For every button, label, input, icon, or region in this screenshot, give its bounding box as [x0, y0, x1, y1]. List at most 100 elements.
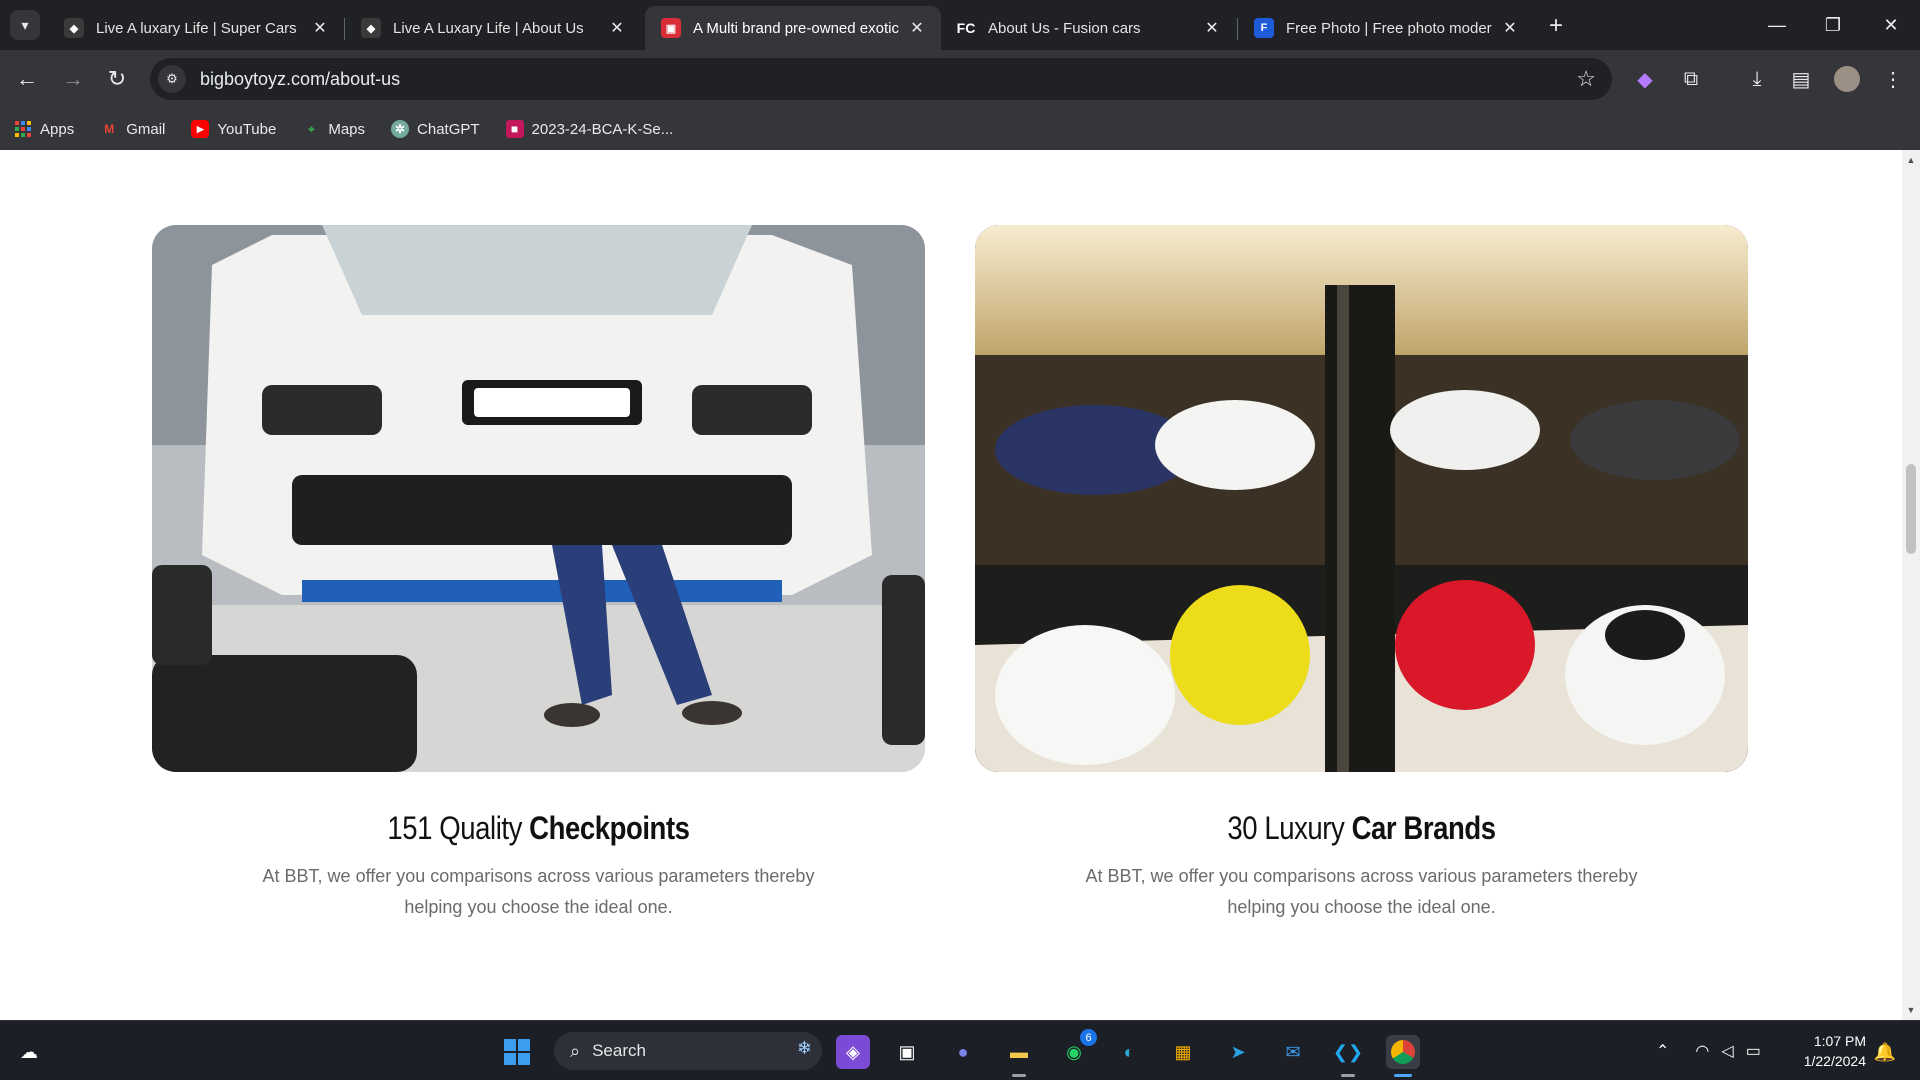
- extension-icon[interactable]: ◆: [1630, 64, 1660, 94]
- wifi-icon[interactable]: ◠: [1695, 1041, 1709, 1061]
- close-window-button[interactable]: ✕: [1868, 8, 1914, 42]
- car-logo-icon: ◆: [64, 18, 84, 38]
- vscode-icon[interactable]: ❮❯: [1331, 1035, 1365, 1077]
- show-hidden-icons-chevron-icon[interactable]: ⌃: [1656, 1041, 1669, 1061]
- chatgpt-icon: ✲: [391, 120, 410, 138]
- bookmark-chatgpt[interactable]: ✲ ChatGPT: [391, 120, 480, 138]
- workshop-car-photo: [152, 225, 925, 772]
- tab-4[interactable]: FC About Us - Fusion cars ✕: [940, 6, 1236, 50]
- start-button[interactable]: [500, 1035, 534, 1069]
- taskbar-search[interactable]: ⌕ Search ❄: [554, 1032, 822, 1070]
- tab-1[interactable]: ◆ Live A luxary Life | Super Cars ✕: [48, 6, 344, 50]
- scroll-down-arrow-icon[interactable]: ▼: [1902, 1002, 1920, 1018]
- feature-card-luxury-brands: 30 Luxury Car Brands At BBT, we offer yo…: [975, 225, 1748, 923]
- card-title-highlight: Checkpoints: [529, 810, 690, 846]
- notification-badge: 6: [1080, 1029, 1097, 1046]
- card-title-number: 30 Luxury: [1227, 810, 1352, 846]
- edge-icon[interactable]: ◐: [1112, 1035, 1146, 1069]
- card-title: 30 Luxury Car Brands: [1029, 810, 1694, 847]
- fc-logo-icon: FC: [956, 20, 976, 36]
- feature-card-quality-checkpoints: 151 Quality Checkpoints At BBT, we offer…: [152, 225, 925, 923]
- page-scrollbar[interactable]: ▲ ▼: [1902, 150, 1920, 1020]
- extensions-puzzle-icon[interactable]: ⧉: [1676, 64, 1706, 94]
- telegram-icon[interactable]: ➤: [1221, 1035, 1255, 1069]
- store-icon[interactable]: ▦: [1166, 1035, 1200, 1069]
- back-button[interactable]: ←: [12, 64, 42, 94]
- file-explorer-icon[interactable]: ▬: [1002, 1035, 1036, 1077]
- bbt-car-icon: ▣: [661, 18, 681, 38]
- close-icon[interactable]: ✕: [607, 18, 627, 38]
- bookmarks-bar: Apps M Gmail ▶ YouTube ⌖ Maps ✲ ChatGPT …: [0, 108, 1920, 150]
- copilot-icon[interactable]: ◈: [836, 1035, 870, 1069]
- bookmark-label: ChatGPT: [417, 120, 480, 138]
- avatar[interactable]: [1832, 64, 1862, 94]
- minimize-button[interactable]: —: [1754, 8, 1800, 42]
- task-view-icon[interactable]: ▣: [890, 1035, 924, 1069]
- clock-date: 1/22/2024: [1803, 1053, 1866, 1069]
- card-description: At BBT, we offer you comparisons across …: [262, 866, 815, 917]
- bookmark-gmail[interactable]: M Gmail: [100, 120, 165, 138]
- scroll-up-arrow-icon[interactable]: ▲: [1902, 152, 1920, 168]
- maps-icon: ⌖: [307, 121, 315, 136]
- windows-taskbar: ☁ ⌕ Search ❄ ◈ ▣ ● ▬ ◉ 6 ◐ ▦ ➤ ✉ ❮❯ ⌃ ◠ …: [0, 1020, 1920, 1080]
- notification-bell-icon[interactable]: 🔔: [1868, 1035, 1902, 1069]
- side-panel-icon[interactable]: ▤: [1786, 64, 1816, 94]
- search-label: Search: [592, 1041, 646, 1060]
- new-tab-button[interactable]: +: [1542, 12, 1570, 40]
- whatsapp-icon[interactable]: ◉ 6: [1057, 1029, 1097, 1069]
- site-info-icon[interactable]: ⚙: [158, 65, 186, 93]
- card-description: At BBT, we offer you comparisons across …: [1085, 866, 1638, 917]
- browser-tab-strip: ▾ ◆ Live A luxary Life | Super Cars ✕ ◆ …: [0, 0, 1920, 50]
- bookmark-youtube[interactable]: ▶ YouTube: [191, 120, 276, 138]
- bookmark-label: Gmail: [126, 120, 166, 138]
- tab-2[interactable]: ◆ Live A Luxary Life | About Us ✕: [345, 6, 641, 50]
- clock-time: 1:07 PM: [1813, 1033, 1866, 1049]
- url-text[interactable]: bigboytoyz.com/about-us: [200, 69, 400, 90]
- close-icon[interactable]: ✕: [1202, 18, 1222, 38]
- forward-button[interactable]: →: [58, 64, 88, 94]
- card-title: 151 Quality Checkpoints: [206, 810, 871, 847]
- tab-title: Live A luxary Life | Super Cars: [96, 19, 297, 37]
- card-title-number: 151 Quality: [387, 810, 530, 846]
- youtube-icon: ▶: [191, 120, 210, 138]
- tab-search-button[interactable]: ▾: [10, 10, 40, 40]
- close-icon[interactable]: ✕: [310, 18, 330, 38]
- menu-kebab-icon[interactable]: ⋮: [1878, 64, 1908, 94]
- battery-icon[interactable]: ▭: [1746, 1041, 1761, 1061]
- tab-3-active[interactable]: ▣ A Multi brand pre-owned exotic ✕: [645, 6, 941, 50]
- bookmark-label: 2023-24-BCA-K-Se...: [531, 120, 674, 138]
- search-icon: ⌕: [570, 1040, 581, 1061]
- bookmark-maps[interactable]: ⌖ Maps: [302, 120, 365, 138]
- browser-toolbar: ← → ↻ ⚙ bigboytoyz.com/about-us ☆ ◆ ⧉ ⤓ …: [0, 50, 1920, 108]
- apps-grid-icon: [14, 120, 32, 138]
- close-icon[interactable]: ✕: [907, 18, 927, 38]
- reload-button[interactable]: ↻: [102, 64, 132, 94]
- scroll-thumb[interactable]: [1906, 464, 1916, 554]
- taskbar-clock[interactable]: 1:07 PM 1/22/2024: [1804, 1031, 1866, 1071]
- bookmark-classroom[interactable]: ■ 2023-24-BCA-K-Se...: [505, 120, 674, 138]
- tab-5[interactable]: F Free Photo | Free photo modern ✕: [1238, 6, 1534, 50]
- bookmark-label: Maps: [328, 120, 366, 138]
- download-icon[interactable]: ⤓: [1742, 64, 1772, 94]
- close-icon[interactable]: ✕: [1500, 18, 1520, 38]
- search-highlight-icon: ❄: [796, 1038, 812, 1058]
- mail-icon[interactable]: ✉: [1276, 1035, 1310, 1069]
- bookmark-label: YouTube: [217, 120, 277, 138]
- weather-icon[interactable]: ☁: [12, 1035, 46, 1069]
- bookmark-star-icon[interactable]: ☆: [1576, 66, 1596, 92]
- teams-chat-icon[interactable]: ●: [946, 1035, 980, 1069]
- page-viewport: 151 Quality Checkpoints At BBT, we offer…: [0, 150, 1902, 1020]
- classroom-icon: ■: [505, 120, 524, 138]
- tab-title: Free Photo | Free photo modern: [1286, 19, 1492, 37]
- tab-title: Live A Luxary Life | About Us: [393, 19, 584, 37]
- volume-icon[interactable]: ◁: [1721, 1041, 1733, 1061]
- freepik-icon: F: [1254, 18, 1274, 38]
- bookmark-label: Apps: [40, 120, 75, 138]
- tab-title: About Us - Fusion cars: [988, 19, 1141, 37]
- restore-button[interactable]: ❐: [1810, 8, 1856, 42]
- card-title-highlight: Car Brands: [1351, 810, 1496, 846]
- bookmark-apps[interactable]: Apps: [14, 120, 74, 138]
- chrome-icon[interactable]: [1386, 1035, 1420, 1077]
- address-bar[interactable]: ⚙ bigboytoyz.com/about-us ☆: [150, 58, 1612, 100]
- system-tray: ⌃ ◠ ◁ ▭: [1656, 1021, 1761, 1080]
